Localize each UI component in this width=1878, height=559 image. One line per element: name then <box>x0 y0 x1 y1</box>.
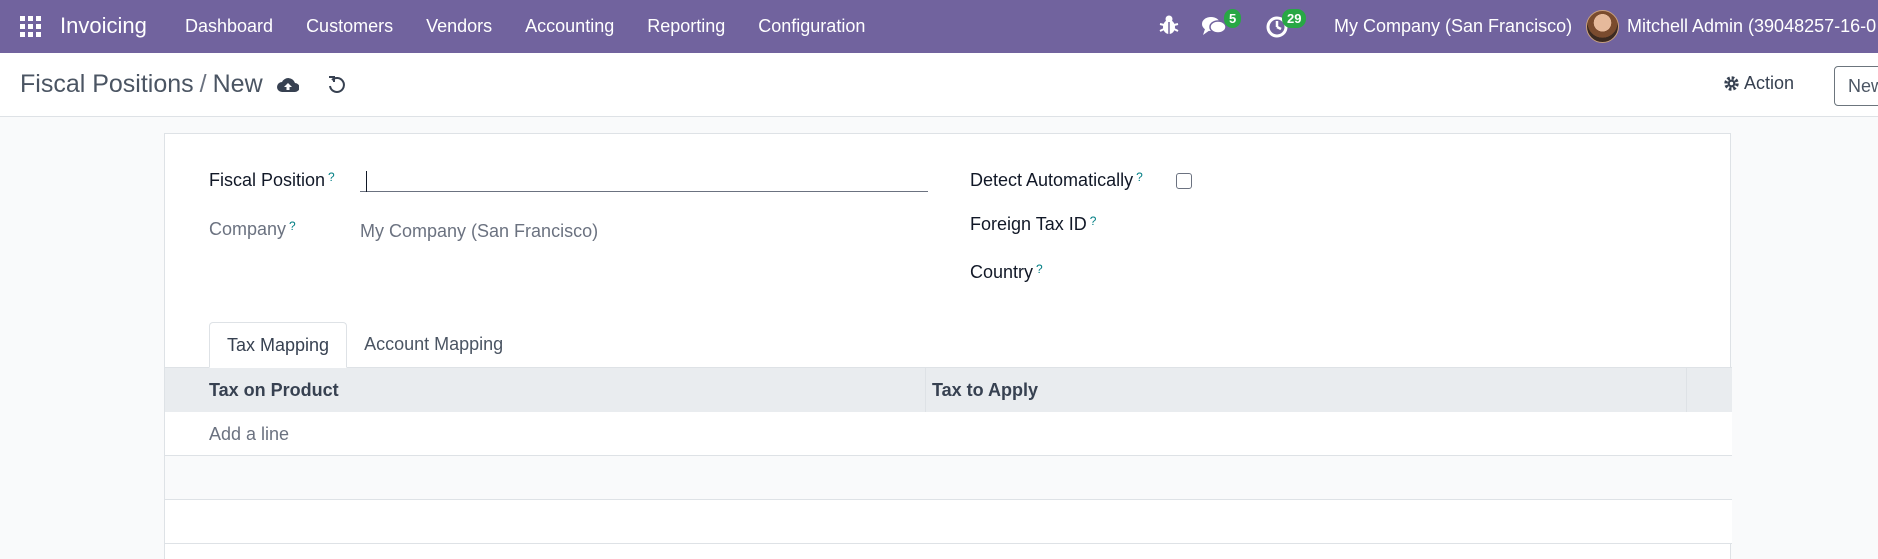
fiscal-position-label-text: Fiscal Position <box>209 170 326 190</box>
menu-customers[interactable]: Customers <box>306 16 393 37</box>
control-panel: Fiscal Positions / New Action New <box>0 53 1878 117</box>
tab-tax-mapping[interactable]: Tax Mapping <box>209 322 348 368</box>
apps-grid-icon[interactable] <box>20 16 41 37</box>
user-menu[interactable]: Mitchell Admin (39048257-16-0 <box>1627 16 1876 37</box>
table-row: Add a line <box>165 412 1732 456</box>
text-cursor <box>366 171 367 192</box>
chat-count-badge: 5 <box>1224 9 1242 28</box>
activity-count-badge: 29 <box>1282 9 1307 28</box>
menu-accounting[interactable]: Accounting <box>525 16 614 37</box>
company-label-text: Company <box>209 219 287 239</box>
add-line-link[interactable]: Add a line <box>209 424 289 445</box>
avatar[interactable] <box>1586 10 1619 43</box>
help-tooltip-icon[interactable]: ? <box>1090 214 1097 228</box>
fiscal-position-label: Fiscal Position? <box>209 170 335 191</box>
country-label: Country? <box>970 262 1043 283</box>
company-value: My Company (San Francisco) <box>360 221 599 241</box>
breadcrumb-separator: / <box>199 70 207 98</box>
column-divider <box>1686 368 1687 412</box>
help-tooltip-icon[interactable]: ? <box>289 219 296 233</box>
notebook-tabs: Tax Mapping Account Mapping <box>209 322 520 368</box>
help-tooltip-icon[interactable]: ? <box>1036 262 1043 276</box>
table-row <box>165 456 1732 500</box>
menu-dashboard[interactable]: Dashboard <box>185 16 273 37</box>
table-row <box>165 500 1732 544</box>
help-tooltip-icon[interactable]: ? <box>1136 170 1143 184</box>
column-tax-on-product[interactable]: Tax on Product <box>209 380 339 401</box>
app-name[interactable]: Invoicing <box>60 13 147 39</box>
foreign-tax-id-label-text: Foreign Tax ID <box>970 214 1087 234</box>
menu-configuration[interactable]: Configuration <box>758 16 865 37</box>
detect-automatically-label: Detect Automatically? <box>970 170 1143 191</box>
detect-automatically-label-text: Detect Automatically <box>970 170 1134 190</box>
systray: 5 29 My Company (San Francisco) Mitchell… <box>1155 0 1878 53</box>
breadcrumb-fiscal-positions[interactable]: Fiscal Positions <box>20 70 194 98</box>
main-menu: Dashboard Customers Vendors Accounting R… <box>185 0 898 53</box>
fiscal-position-input[interactable] <box>360 160 928 192</box>
breadcrumb: Fiscal Positions / New <box>20 70 263 99</box>
cloud-upload-icon[interactable] <box>277 76 299 94</box>
column-divider <box>925 368 926 412</box>
table-header: Tax on Product Tax to Apply <box>165 368 1732 412</box>
tab-account-mapping[interactable]: Account Mapping <box>347 322 520 368</box>
top-navbar: Invoicing Dashboard Customers Vendors Ac… <box>0 0 1878 53</box>
company-label: Company? <box>209 219 296 240</box>
discard-undo-icon[interactable] <box>327 75 347 95</box>
detect-automatically-checkbox[interactable] <box>1176 173 1192 189</box>
bug-icon[interactable] <box>1159 14 1179 36</box>
menu-vendors[interactable]: Vendors <box>426 16 492 37</box>
action-button[interactable]: Action <box>1723 73 1794 94</box>
gear-icon <box>1724 76 1739 91</box>
help-tooltip-icon[interactable]: ? <box>328 170 335 184</box>
breadcrumb-current: New <box>212 70 263 98</box>
new-button[interactable]: New <box>1834 66 1878 106</box>
action-label: Action <box>1744 73 1795 93</box>
foreign-tax-id-label: Foreign Tax ID? <box>970 214 1096 235</box>
company-switcher[interactable]: My Company (San Francisco) <box>1334 16 1572 37</box>
form-sheet: Fiscal Position? Company? My Company (Sa… <box>164 133 1732 559</box>
column-tax-to-apply[interactable]: Tax to Apply <box>932 380 1038 401</box>
country-label-text: Country <box>970 262 1034 282</box>
menu-reporting[interactable]: Reporting <box>647 16 725 37</box>
